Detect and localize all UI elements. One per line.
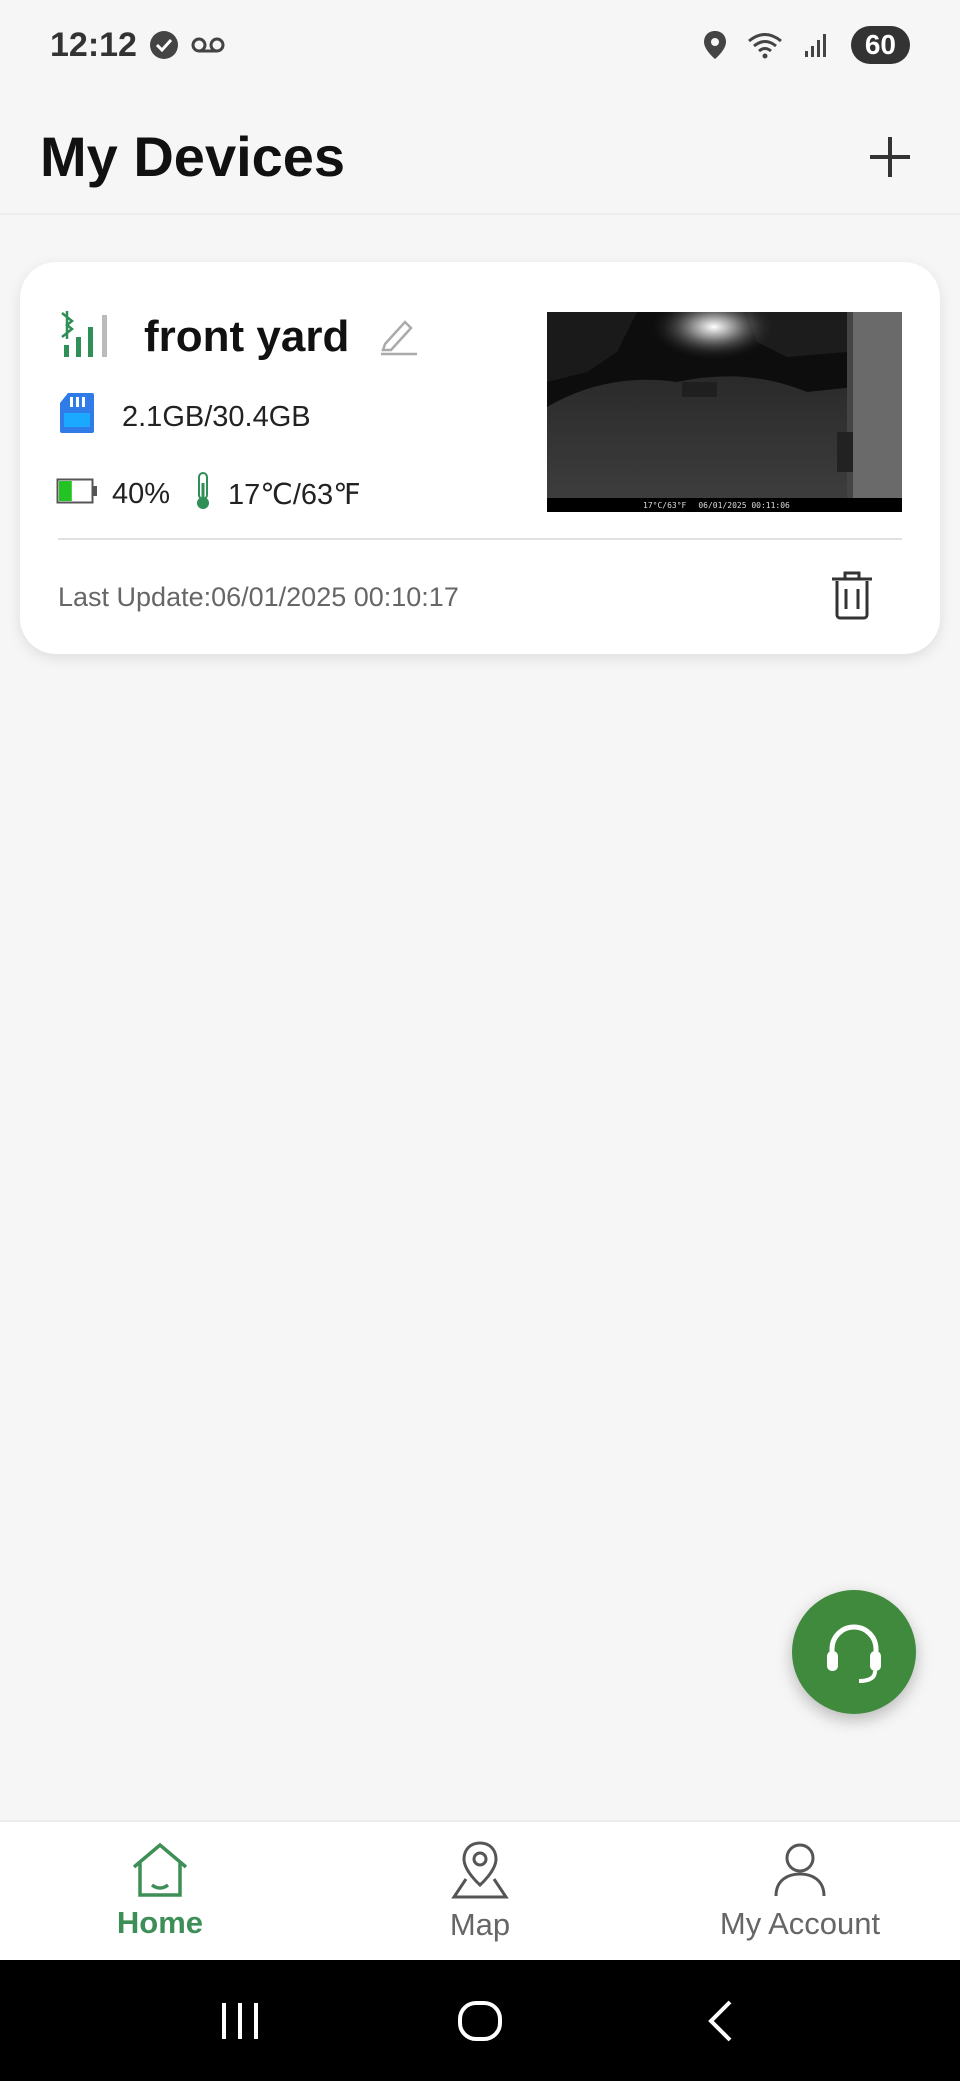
page-title: My Devices [40, 125, 346, 188]
storage-row: 2.1GB/30.4GB [58, 387, 311, 447]
bluetooth-signal-icon [58, 309, 116, 366]
location-icon [703, 30, 727, 60]
device-status-row: 40% 17℃/63℉ [56, 467, 361, 522]
status-bar: 12:12 60 [0, 0, 960, 90]
trash-icon [832, 571, 872, 620]
edit-name-icon[interactable] [377, 314, 419, 361]
nav-home-label: Home [116, 1905, 204, 1940]
nav-account[interactable]: My Account [640, 1822, 960, 1960]
battery-icon [56, 478, 98, 512]
wifi-icon [747, 31, 783, 59]
last-update-text: Last Update:06/01/2025 00:10:17 [58, 581, 459, 612]
sd-card-icon [58, 391, 96, 443]
nav-account-label: My Account [719, 1906, 881, 1941]
thumbnail-overlay: 17°C/63°F 06/01/2025 00:11:06 [547, 498, 902, 512]
device-name-row: front yard [58, 302, 419, 372]
map-pin-icon [451, 1841, 509, 1899]
header: My Devices [0, 100, 960, 215]
headset-icon [827, 1624, 881, 1683]
plus-icon [870, 136, 910, 177]
thumbnail-datetime: 06/01/2025 00:11:06 [698, 500, 790, 510]
storage-value: 2.1GB/30.4GB [122, 400, 311, 433]
recent-apps-button[interactable] [200, 1981, 280, 2061]
thermometer-icon [192, 471, 214, 519]
add-device-button[interactable] [860, 127, 920, 187]
nav-map-label: Map [449, 1907, 511, 1942]
thumbnail-temp: 17°C/63°F [643, 500, 687, 510]
back-icon [708, 2000, 732, 2041]
signal-icon [803, 31, 831, 59]
support-button[interactable] [792, 1590, 916, 1714]
last-update-row: Last Update:06/01/2025 00:10:17 [58, 562, 902, 632]
card-divider [58, 538, 902, 540]
delete-device-button[interactable] [824, 564, 880, 628]
bottom-navigation: Home Map My Account [0, 1820, 960, 1960]
battery-indicator: 60 [850, 26, 910, 64]
recent-apps-icon [222, 2002, 258, 2039]
home-circle-icon [458, 2000, 502, 2041]
device-name: front yard [144, 312, 350, 361]
temperature-value: 17℃/63℉ [228, 479, 361, 511]
nav-map[interactable]: Map [320, 1822, 640, 1960]
night-vision-image [547, 312, 902, 498]
device-card[interactable]: front yard 2.1GB/30.4GB 40% 17℃/63℉ 17°C… [20, 262, 940, 654]
battery-percent: 40% [112, 478, 171, 510]
home-icon [132, 1842, 188, 1897]
account-icon [774, 1843, 826, 1897]
nav-home[interactable]: Home [0, 1822, 320, 1960]
camera-thumbnail[interactable]: 17°C/63°F 06/01/2025 00:11:06 [547, 312, 902, 512]
status-time: 12:12 [50, 25, 137, 64]
home-system-button[interactable] [440, 1981, 520, 2061]
system-navigation-bar [0, 1960, 960, 2081]
check-badge-icon [149, 30, 179, 60]
back-button[interactable] [680, 1981, 760, 2061]
voicemail-icon [191, 35, 225, 55]
